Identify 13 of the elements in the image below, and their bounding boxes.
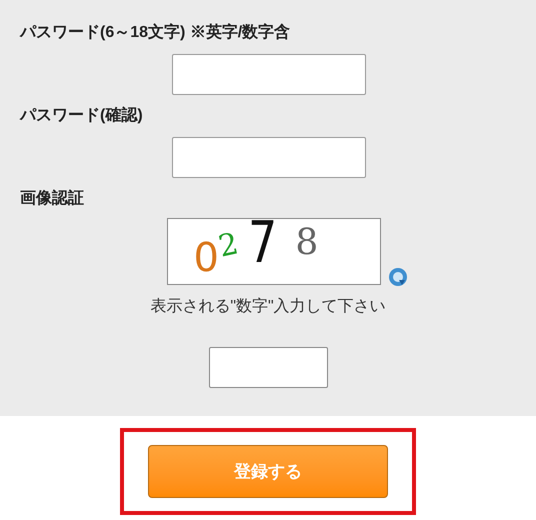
refresh-icon[interactable]	[388, 267, 408, 287]
captcha-hint: 表示される"数字"入力して下さい	[150, 297, 386, 317]
password-field[interactable]	[172, 137, 366, 178]
password-field[interactable]	[172, 54, 366, 95]
captcha-digit: 0	[194, 238, 219, 278]
captcha-field[interactable]	[208, 347, 328, 388]
captcha-digit: 8	[295, 225, 318, 261]
captcha-label: 画像認証	[20, 188, 85, 209]
captcha-digit: 7	[248, 213, 278, 278]
register-button[interactable]: 登録する	[148, 445, 388, 498]
captcha-digit: 2	[216, 229, 241, 263]
field-label: パスワード(6～18文字) ※英字/数字含	[20, 22, 292, 43]
field-label: パスワード(確認)	[20, 105, 144, 126]
